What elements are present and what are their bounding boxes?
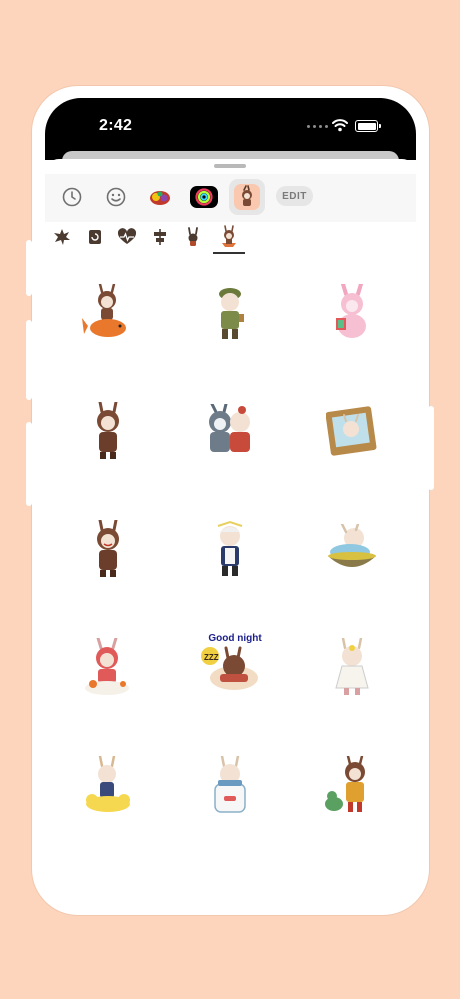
- labubu-in-jar[interactable]: [170, 731, 290, 841]
- labubu-sticker-icon[interactable]: [218, 225, 240, 248]
- svg-text:ZZZ: ZZZ: [204, 653, 219, 662]
- labubu-with-dino-friend[interactable]: [292, 731, 412, 841]
- burst-icon[interactable]: [51, 226, 73, 248]
- subcategory-bar: [45, 222, 416, 256]
- category-bar: EDIT: [45, 174, 416, 222]
- labubu-bubble-bath[interactable]: [48, 613, 168, 723]
- labubu-pack-icon[interactable]: [229, 179, 265, 215]
- silent-switch: [26, 240, 32, 296]
- good-night-caption: Good night: [208, 633, 262, 644]
- labubu-sleeping-bowl[interactable]: [292, 495, 412, 605]
- labubu-maid-costume[interactable]: [170, 495, 290, 605]
- volume-down-button: [26, 422, 32, 506]
- labubu-on-cloud[interactable]: [48, 731, 168, 841]
- battery-icon: [355, 120, 381, 132]
- sticker-keyboard-sheet: EDIT ZZZ Good night: [45, 159, 416, 904]
- labubu-shark-hugging[interactable]: [170, 377, 290, 487]
- labubu-soldier-green[interactable]: [170, 259, 290, 369]
- heart-pulse-icon[interactable]: [116, 226, 138, 248]
- phone-frame: 2:42 EDIT ZZZ Good night: [32, 86, 429, 915]
- labubu-good-night-sleeping[interactable]: ZZZ: [170, 613, 290, 723]
- bunny-icon[interactable]: [182, 226, 204, 248]
- signal-icon: [307, 125, 328, 128]
- labubu-brown-standing[interactable]: [48, 377, 168, 487]
- sticker-icon[interactable]: [84, 226, 106, 248]
- align-icon[interactable]: [149, 226, 171, 248]
- labubu-riding-goldfish[interactable]: [48, 259, 168, 369]
- labubu-white-dress[interactable]: [292, 613, 412, 723]
- clock: 2:42: [99, 117, 133, 134]
- activity-rings-icon[interactable]: [186, 179, 222, 215]
- sheet-grabber[interactable]: [214, 164, 246, 168]
- selected-subcategory-indicator: [213, 252, 245, 254]
- screen: 2:42 EDIT ZZZ Good night: [45, 98, 416, 904]
- wifi-icon: [332, 119, 348, 132]
- edit-button[interactable]: EDIT: [276, 186, 313, 206]
- sticker-pack-icon[interactable]: [142, 179, 178, 215]
- recent-icon[interactable]: [54, 179, 90, 215]
- labubu-framed-picture[interactable]: [292, 377, 412, 487]
- volume-up-button: [26, 320, 32, 400]
- emoji-icon[interactable]: [98, 179, 134, 215]
- labubu-pink-dino[interactable]: [292, 259, 412, 369]
- power-button: [428, 406, 434, 490]
- labubu-brown-smiling[interactable]: [48, 495, 168, 605]
